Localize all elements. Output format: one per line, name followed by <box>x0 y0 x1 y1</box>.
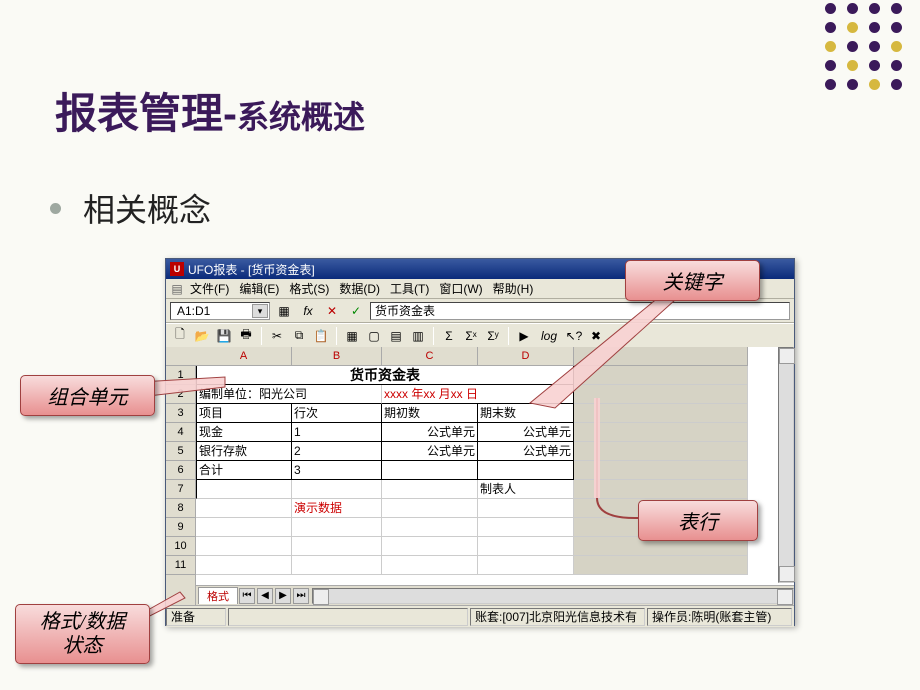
table-row: 银行存款 2 公式单元 公式单元 <box>196 442 794 461</box>
decoration-dots <box>825 3 905 93</box>
row-header[interactable]: 10 <box>166 537 195 556</box>
app-window: U UFO报表 - [货币资金表] ▤ 文件(F) 编辑(E) 格式(S) 数据… <box>165 258 795 626</box>
table-row: 制表人 <box>196 480 794 499</box>
row-header[interactable]: 4 <box>166 423 195 442</box>
formula-text: 货币资金表 <box>375 302 435 319</box>
tab-first-icon[interactable]: ⏮ <box>239 588 255 604</box>
outline-icon[interactable]: ▢ <box>364 327 384 345</box>
print-icon[interactable]: 🖶 <box>236 327 256 345</box>
col-header[interactable]: A <box>196 347 292 366</box>
save-icon[interactable]: 💾 <box>214 327 234 345</box>
demo-data-cell[interactable]: 演示数据 <box>292 499 382 518</box>
row-header[interactable]: 3 <box>166 404 195 423</box>
table-row: 货币资金表 <box>196 366 794 385</box>
grid: A B C D 货币资金表 编制单位：阳光公司 xxxx 年xx 月xx 日 项… <box>196 347 794 605</box>
column-headers: A B C D <box>196 347 794 366</box>
callout-keyword: 关键字 <box>625 260 760 301</box>
data-cell[interactable] <box>478 461 574 480</box>
row-header[interactable]: 11 <box>166 556 195 575</box>
menu-format[interactable]: 格式(S) <box>289 280 329 297</box>
data-cell[interactable] <box>382 461 478 480</box>
table-row: 合计 3 <box>196 461 794 480</box>
row-header[interactable]: 5 <box>166 442 195 461</box>
row-header[interactable]: 6 <box>166 461 195 480</box>
vertical-scrollbar[interactable] <box>778 347 794 583</box>
menu-data[interactable]: 数据(D) <box>339 280 380 297</box>
header-cell[interactable]: 行次 <box>292 404 382 423</box>
sheet-tabs: 格式 ⏮ ◀ ▶ ⏭ <box>196 585 794 605</box>
formula-cell[interactable]: 公式单元 <box>382 423 478 442</box>
menu-edit[interactable]: 编辑(E) <box>239 280 279 297</box>
copy-icon[interactable]: ⧉ <box>289 327 309 345</box>
tab-prev-icon[interactable]: ◀ <box>257 588 273 604</box>
row-header[interactable]: 9 <box>166 518 195 537</box>
table-row <box>196 556 794 575</box>
statusbar: 准备 账套:[007]北京阳光信息技术有 操作员:陈明(账套主管) <box>166 605 794 627</box>
col-header[interactable]: B <box>292 347 382 366</box>
keyword-pointer <box>500 288 680 408</box>
col-header[interactable]: C <box>382 347 478 366</box>
dropdown-icon[interactable]: ▾ <box>252 304 268 318</box>
status-empty <box>228 608 468 626</box>
row-header[interactable]: 7 <box>166 480 195 499</box>
select-icon[interactable]: ▦ <box>274 302 294 320</box>
title-main: 报表管理 <box>55 90 223 137</box>
tab-next-icon[interactable]: ▶ <box>275 588 291 604</box>
menu-file[interactable]: 文件(F) <box>190 280 229 297</box>
title-dash: - <box>223 90 237 137</box>
menu-window[interactable]: 窗口(W) <box>439 280 482 297</box>
data-cell[interactable]: 1 <box>292 423 382 442</box>
border-icon[interactable]: ▦ <box>342 327 362 345</box>
callout-combo-cell: 组合单元 <box>20 375 155 416</box>
status-operator: 操作员:陈明(账套主管) <box>647 608 792 626</box>
data-cell[interactable]: 合计 <box>196 461 292 480</box>
header-cell[interactable]: 项目 <box>196 404 292 423</box>
open-icon[interactable]: 📂 <box>192 327 212 345</box>
grid-icon[interactable]: ▤ <box>386 327 406 345</box>
menu-tool[interactable]: 工具(T) <box>390 280 429 297</box>
data-cell[interactable]: 2 <box>292 442 382 461</box>
table-icon[interactable]: ▥ <box>408 327 428 345</box>
sigma-x-icon[interactable]: Σˣ <box>461 327 481 345</box>
cancel-icon[interactable]: ✕ <box>322 302 342 320</box>
cell-reference-text: A1:D1 <box>177 304 210 318</box>
callout-format-state: 格式/数据状态 <box>15 604 150 664</box>
fx-button[interactable]: fx <box>298 302 318 320</box>
main-toolbar: 🗋 📂 💾 🖶 ✂ ⧉ 📋 ▦ ▢ ▤ ▥ Σ Σˣ Σʸ ▶ log ↖? ✖ <box>166 323 794 347</box>
select-all-corner[interactable] <box>166 347 196 366</box>
table-row: 现金 1 公式单元 公式单元 <box>196 423 794 442</box>
window-title: UFO报表 - [货币资金表] <box>188 261 315 278</box>
format-tab[interactable]: 格式 <box>198 587 238 604</box>
confirm-icon[interactable]: ✓ <box>346 302 366 320</box>
new-icon[interactable]: 🗋 <box>170 327 190 345</box>
status-account: 账套:[007]北京阳光信息技术有 <box>470 608 645 626</box>
bullet-text: 相关概念 <box>83 185 211 231</box>
table-row: 项目 行次 期初数 期末数 <box>196 404 794 423</box>
maker-cell[interactable]: 制表人 <box>478 480 574 499</box>
formula-cell[interactable]: 公式单元 <box>382 442 478 461</box>
paste-icon[interactable]: 📋 <box>311 327 331 345</box>
formula-cell[interactable]: 公式单元 <box>478 442 574 461</box>
data-cell[interactable]: 3 <box>292 461 382 480</box>
tab-last-icon[interactable]: ⏭ <box>293 588 309 604</box>
spreadsheet: 1 2 3 4 5 6 7 8 9 10 11 A B C D 货币资金表 <box>166 347 794 605</box>
sum-icon[interactable]: Σ <box>439 327 459 345</box>
formula-toolbar: A1:D1 ▾ ▦ fx ✕ ✓ 货币资金表 <box>166 299 794 323</box>
row-header[interactable]: 8 <box>166 499 195 518</box>
callout-table-row: 表行 <box>638 500 758 541</box>
cell-reference-box[interactable]: A1:D1 ▾ <box>170 302 270 320</box>
horizontal-scrollbar[interactable] <box>312 588 794 604</box>
title-sub: 系统概述 <box>237 99 365 135</box>
bullet-item: 相关概念 <box>50 185 211 231</box>
header-cell[interactable]: 期初数 <box>382 404 478 423</box>
slide-title: 报表管理-系统概述 <box>55 80 365 141</box>
app-icon: U <box>170 262 184 276</box>
data-cell[interactable]: 现金 <box>196 423 292 442</box>
document-icon: ▤ <box>170 282 184 296</box>
cut-icon[interactable]: ✂ <box>267 327 287 345</box>
data-cell[interactable]: 银行存款 <box>196 442 292 461</box>
formula-cell[interactable]: 公式单元 <box>478 423 574 442</box>
bullet-icon <box>50 203 61 214</box>
table-row: 编制单位：阳光公司 xxxx 年xx 月xx 日 <box>196 385 794 404</box>
